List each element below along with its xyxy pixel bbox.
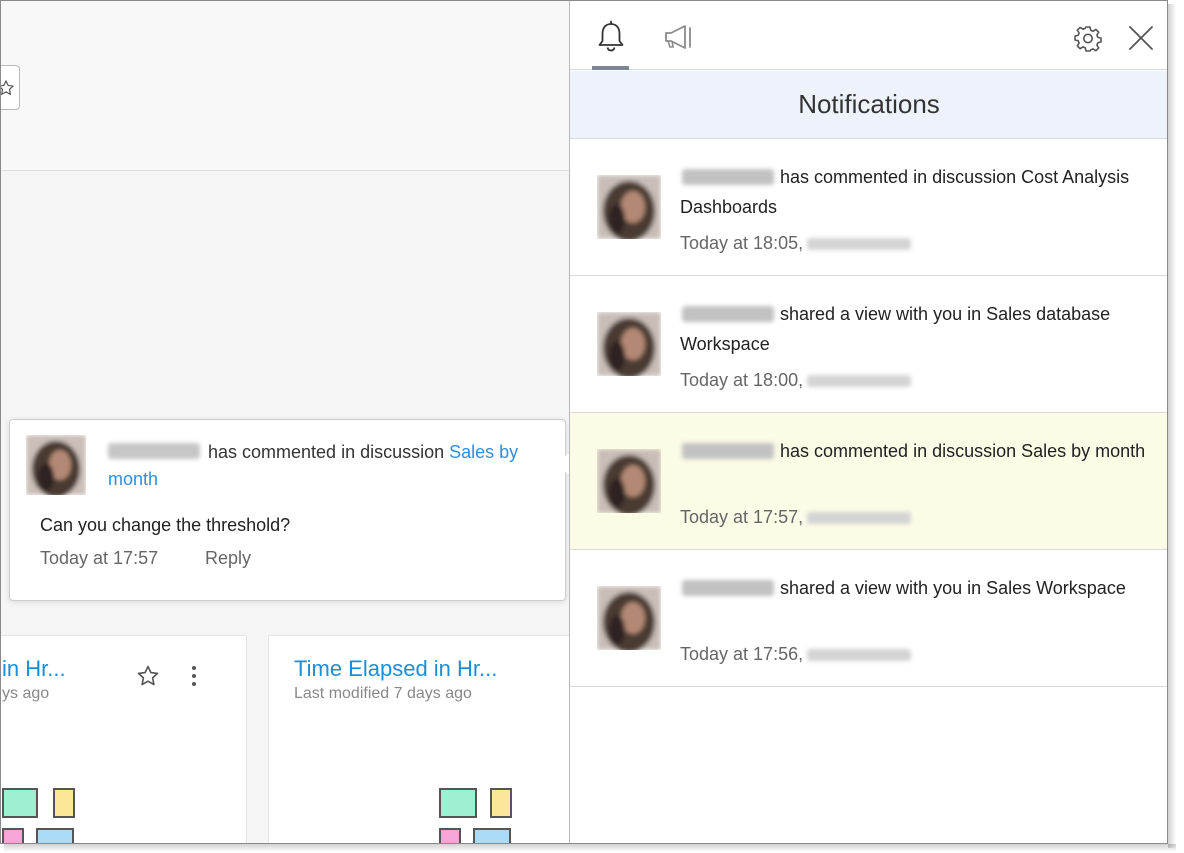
sender-email-redacted bbox=[807, 649, 912, 661]
notification-message-text: shared a view with you in Sales database… bbox=[680, 304, 1111, 354]
popover-message: has commented in discussion Sales by mon… bbox=[108, 439, 548, 493]
popover-message-text: has commented in discussion bbox=[208, 442, 445, 462]
timestamp-text: Today at 18:00, bbox=[680, 370, 804, 390]
thumbnail-tile bbox=[2, 788, 38, 818]
reply-link[interactable]: Reply bbox=[205, 548, 251, 569]
thumbnail-tile bbox=[490, 788, 512, 818]
card-subtitle: ys ago bbox=[2, 685, 50, 702]
panel-toolbar bbox=[570, 1, 1167, 70]
panel-title: Notifications bbox=[570, 71, 1167, 139]
avatar bbox=[597, 586, 661, 650]
thumbnail-tile bbox=[439, 828, 461, 843]
notification-timestamp: Today at 18:00, bbox=[680, 370, 912, 391]
card-title[interactable]: Time Elapsed in Hr... bbox=[294, 656, 497, 682]
star-icon bbox=[1, 79, 14, 95]
notification-timestamp: Today at 17:56, bbox=[680, 644, 912, 665]
notification-item[interactable]: shared a view with you in Sales database… bbox=[570, 276, 1167, 413]
timestamp-text: Today at 17:56, bbox=[680, 644, 804, 664]
close-icon bbox=[1129, 26, 1153, 50]
star-icon[interactable] bbox=[136, 664, 160, 688]
notification-message-text: has commented in discussion Cost Analysi… bbox=[680, 167, 1130, 217]
view-card[interactable]: Time Elapsed in Hr... Last modified 7 da… bbox=[268, 635, 569, 843]
active-tab-indicator bbox=[592, 66, 629, 70]
card-subtitle: Last modified 7 days ago bbox=[294, 685, 472, 702]
app-window: in Hr... ys ago Time Elapsed in Hr... La… bbox=[0, 0, 1168, 844]
view-card[interactable]: in Hr... ys ago bbox=[1, 635, 247, 843]
thumbnail-tile bbox=[439, 788, 477, 818]
window-shadow bbox=[4, 844, 1176, 852]
notification-timestamp: Today at 18:05, bbox=[680, 233, 912, 254]
notification-timestamp: Today at 17:57, bbox=[680, 507, 912, 528]
avatar bbox=[597, 449, 661, 513]
comment-text: Can you change the threshold? bbox=[40, 515, 291, 535]
notification-item-highlighted[interactable]: has commented in discussion Sales by mon… bbox=[570, 413, 1167, 550]
notification-item[interactable]: has commented in discussion Cost Analysi… bbox=[570, 139, 1167, 276]
megaphone-icon bbox=[665, 25, 691, 49]
tab-notifications[interactable] bbox=[592, 19, 630, 70]
comment-timestamp: Today at 17:57 bbox=[40, 548, 159, 568]
timestamp-text: Today at 17:57, bbox=[680, 507, 804, 527]
bell-icon bbox=[598, 20, 624, 52]
avatar bbox=[597, 312, 661, 376]
avatar bbox=[597, 175, 661, 239]
sender-email-redacted bbox=[807, 512, 912, 524]
close-button[interactable] bbox=[1124, 23, 1156, 55]
notification-message-text: shared a view with you in Sales Workspac… bbox=[780, 578, 1126, 598]
gear-icon bbox=[1074, 26, 1102, 52]
comment-popover: has commented in discussion Sales by mon… bbox=[9, 419, 581, 601]
settings-button[interactable] bbox=[1072, 23, 1104, 55]
window-shadow bbox=[1168, 4, 1176, 848]
sender-email-redacted bbox=[807, 238, 912, 250]
favorite-button[interactable] bbox=[1, 65, 20, 110]
notification-message: has commented in discussion Sales by mon… bbox=[680, 436, 1150, 466]
tab-announcements[interactable] bbox=[662, 19, 696, 59]
more-options-icon[interactable] bbox=[191, 664, 197, 690]
thumbnail-tile bbox=[473, 828, 511, 843]
timestamp-text: Today at 18:05, bbox=[680, 233, 804, 253]
notification-message: shared a view with you in Sales Workspac… bbox=[680, 573, 1150, 603]
background-header bbox=[1, 1, 569, 171]
notifications-panel: Notifications has commented in discussio… bbox=[569, 1, 1167, 843]
notification-message: shared a view with you in Sales database… bbox=[680, 299, 1150, 359]
avatar bbox=[26, 435, 86, 495]
card-title[interactable]: in Hr... bbox=[2, 656, 66, 682]
thumbnail-tile bbox=[2, 828, 24, 843]
notification-message: has commented in discussion Cost Analysi… bbox=[680, 162, 1150, 222]
thumbnail-tile bbox=[53, 788, 75, 818]
notification-message-text: has commented in discussion Sales by mon… bbox=[780, 441, 1146, 461]
sender-email-redacted bbox=[807, 375, 912, 387]
thumbnail-tile bbox=[36, 828, 74, 843]
notification-item[interactable]: shared a view with you in Sales Workspac… bbox=[570, 550, 1167, 687]
